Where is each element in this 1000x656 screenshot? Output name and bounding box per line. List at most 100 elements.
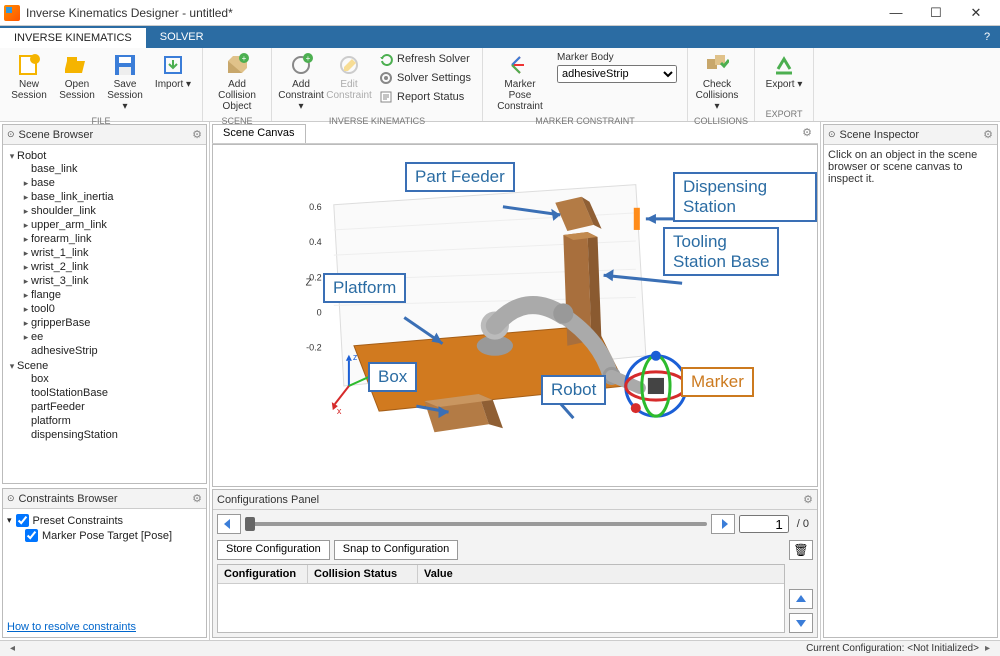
maximize-button[interactable]: ☐ [916, 1, 956, 25]
tree-item[interactable]: ▸forearm_link [21, 232, 202, 246]
edit-constraint-icon [337, 53, 361, 77]
gear-icon[interactable]: ⚙ [796, 124, 818, 143]
store-configuration-button[interactable]: Store Configuration [217, 540, 330, 560]
report-icon [379, 90, 393, 104]
svg-text:0: 0 [317, 308, 322, 318]
tab-inverse-kinematics[interactable]: INVERSE KINEMATICS [0, 26, 146, 48]
new-session-button[interactable]: New Session [6, 50, 52, 115]
refresh-icon [379, 52, 393, 66]
configurations-panel: Configurations Panel⚙ / 0 Store Configur… [212, 489, 818, 638]
svg-text:x: x [337, 406, 342, 416]
scroll-left-button[interactable]: ◂ [4, 643, 21, 654]
gear-icon[interactable]: ⚙ [192, 492, 202, 505]
new-session-icon [17, 53, 41, 77]
refresh-solver-button[interactable]: Refresh Solver [374, 50, 476, 68]
tree-item[interactable]: ▸wrist_2_link [21, 260, 202, 274]
save-session-button[interactable]: Save Session ▾ [102, 50, 148, 115]
svg-text:z: z [353, 352, 358, 362]
config-table-body [218, 584, 784, 632]
move-down-button[interactable] [789, 613, 813, 633]
tree-item[interactable]: ▸wrist_1_link [21, 246, 202, 260]
next-config-button[interactable] [711, 514, 735, 534]
add-constraint-button[interactable]: + Add Constraint ▾ [278, 50, 324, 115]
import-button[interactable]: Import ▾ [150, 50, 196, 115]
tree-item[interactable]: ·box [21, 372, 202, 386]
tree-item[interactable]: ·platform [21, 414, 202, 428]
statusbar: ◂ Current Configuration: <Not Initialize… [0, 640, 1000, 656]
tab-solver[interactable]: SOLVER [146, 26, 218, 48]
tree-item[interactable]: ·toolStationBase [21, 386, 202, 400]
gear-icon[interactable]: ⚙ [192, 128, 202, 141]
col-value: Value [418, 565, 784, 583]
tree-item[interactable]: ▸wrist_3_link [21, 274, 202, 288]
scroll-right-button[interactable]: ▸ [979, 643, 996, 654]
check-collisions-button[interactable]: Check Collisions ▾ [694, 50, 740, 115]
edit-constraint-button: Edit Constraint [326, 50, 372, 115]
annotation-part-feeder: Part Feeder [405, 162, 515, 192]
config-slider[interactable] [245, 522, 707, 526]
close-button[interactable]: ✕ [956, 1, 996, 25]
scene-canvas[interactable]: 0.6 0.4 0.2 0 -0.2 Z [212, 144, 818, 487]
help-button[interactable]: ? [974, 26, 1000, 48]
tree-item[interactable]: ▸flange [21, 288, 202, 302]
gear-icon[interactable]: ⚙ [983, 128, 993, 141]
export-icon [772, 53, 796, 77]
how-to-resolve-link[interactable]: How to resolve constraints [7, 621, 202, 633]
constraints-browser-panel: ⊙Constraints Browser⚙ ▾Preset Constraint… [2, 488, 207, 638]
solver-settings-button[interactable]: Solver Settings [374, 69, 476, 87]
open-session-button[interactable]: Open Session [54, 50, 100, 115]
marker-pose-target-checkbox[interactable] [25, 529, 38, 542]
preset-constraints-checkbox[interactable] [16, 514, 29, 527]
settings-icon [379, 71, 393, 85]
add-collision-object-button[interactable]: + Add Collision Object [209, 50, 265, 115]
collapse-icon[interactable]: ⊙ [828, 129, 836, 140]
annotation-box: Box [368, 362, 417, 392]
annotation-tooling-station-base: ToolingStation Base [663, 227, 779, 276]
tree-item[interactable]: ·partFeeder [21, 400, 202, 414]
svg-text:+: + [242, 54, 247, 63]
minimize-button[interactable]: — [876, 1, 916, 25]
tree-item[interactable]: ▸gripperBase [21, 316, 202, 330]
window-title: Inverse Kinematics Designer - untitled* [26, 6, 876, 20]
tree-item[interactable]: ▸base_link_inertia [21, 190, 202, 204]
status-label: Current Configuration: [806, 643, 904, 654]
tree-item[interactable]: ·base_link [21, 162, 202, 176]
save-session-icon [113, 53, 137, 77]
annotation-marker: Marker [681, 367, 754, 397]
tree-item[interactable]: ▸shoulder_link [21, 204, 202, 218]
marker-body-select[interactable]: adhesiveStrip [557, 65, 677, 83]
scene-browser-panel: ⊙ Scene Browser ⚙ ▾Robot ·base_link▸base▸b… [2, 124, 207, 484]
export-button[interactable]: Export ▾ [761, 50, 807, 108]
config-index-input[interactable] [739, 515, 789, 533]
collapse-icon[interactable]: ⊙ [7, 129, 15, 140]
tree-item[interactable]: ▸ee [21, 330, 202, 344]
scene-canvas-tab[interactable]: Scene Canvas [212, 124, 306, 143]
scene-browser-title: Scene Browser [19, 129, 94, 141]
tree-item[interactable]: ▸tool0 [21, 302, 202, 316]
collision-object-icon: + [225, 53, 249, 77]
tree-item[interactable]: ▸base [21, 176, 202, 190]
move-up-button[interactable] [789, 589, 813, 609]
tree-item[interactable]: ▸upper_arm_link [21, 218, 202, 232]
snap-to-configuration-button[interactable]: Snap to Configuration [334, 540, 458, 560]
report-status-button[interactable]: Report Status [374, 88, 476, 106]
marker-body-label: Marker Body [557, 52, 677, 63]
tree-item[interactable]: ·adhesiveStrip [21, 344, 202, 358]
prev-config-button[interactable] [217, 514, 241, 534]
col-configuration: Configuration [218, 565, 308, 583]
titlebar: Inverse Kinematics Designer - untitled* … [0, 0, 1000, 26]
tree-item[interactable]: ·dispensingStation [21, 428, 202, 442]
delete-config-button[interactable]: 🗑 [789, 540, 813, 560]
annotation-robot: Robot [541, 375, 606, 405]
app-logo-icon [4, 5, 20, 21]
svg-text:0.4: 0.4 [309, 237, 322, 247]
scene-inspector-panel: ⊙Scene Inspector⚙ Click on an object in … [823, 124, 998, 638]
annotation-dispensing-station: Dispensing Station [673, 172, 817, 222]
gear-icon[interactable]: ⚙ [803, 493, 813, 506]
annotation-platform: Platform [323, 273, 406, 303]
col-collision-status: Collision Status [308, 565, 418, 583]
scene-tree[interactable]: ▾Robot ·base_link▸base▸base_link_inertia… [7, 149, 202, 443]
svg-text:+: + [306, 54, 311, 63]
collapse-icon[interactable]: ⊙ [7, 493, 15, 504]
marker-pose-constraint-button[interactable]: Marker Pose Constraint [489, 50, 551, 115]
